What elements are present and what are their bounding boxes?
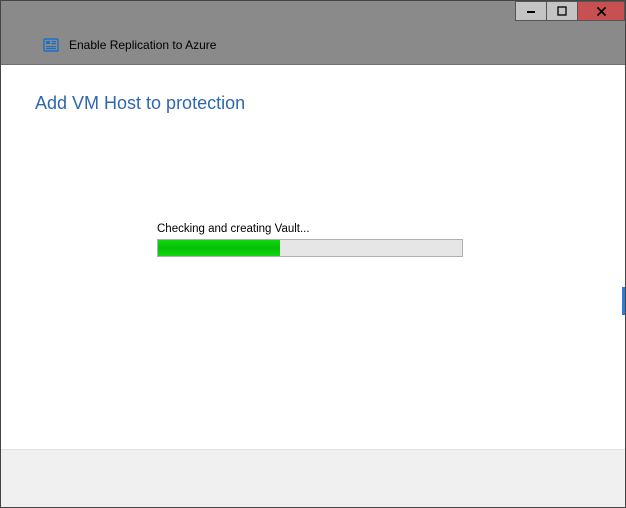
progress-label: Checking and creating Vault...	[157, 223, 465, 235]
window-controls	[516, 1, 625, 23]
maximize-icon	[557, 6, 567, 16]
minimize-icon	[526, 6, 536, 16]
page-heading: Add VM Host to protection	[35, 93, 625, 114]
title-bar: Enable Replication to Azure	[1, 1, 625, 65]
window-title: Enable Replication to Azure	[69, 38, 216, 52]
footer-bar	[1, 449, 625, 507]
accent-strip	[622, 287, 625, 315]
content-area: Add VM Host to protection Checking and c…	[1, 65, 625, 449]
app-icon	[43, 37, 59, 53]
title-row: Enable Replication to Azure	[43, 37, 216, 53]
dialog-window: Enable Replication to Azure Add VM Host …	[0, 0, 626, 508]
progress-area: Checking and creating Vault...	[157, 223, 465, 257]
close-button[interactable]	[577, 1, 625, 21]
progress-fill	[158, 240, 280, 256]
maximize-button[interactable]	[546, 1, 578, 21]
close-icon	[596, 6, 607, 17]
progress-bar	[157, 239, 463, 257]
minimize-button[interactable]	[515, 1, 547, 21]
